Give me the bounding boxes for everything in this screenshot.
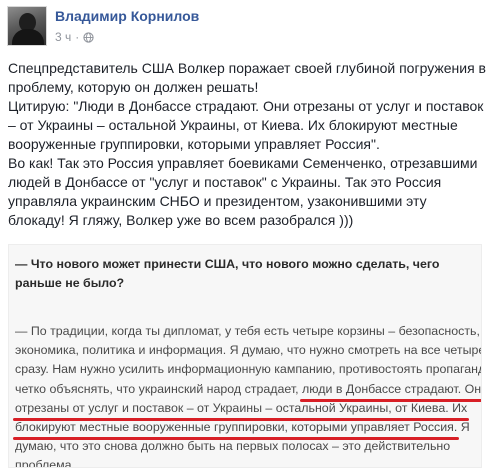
answer-line: — По традиции, когда ты дипломат, у тебя…: [15, 322, 480, 341]
avatar[interactable]: [7, 6, 47, 46]
post-paragraph: Цитирую: "Люди в Донбассе страдают. Они …: [8, 98, 484, 152]
answer-line: четко объяснять, что украинский народ ст…: [15, 380, 481, 403]
answer-line-content: блокируют местные вооруженные группировк…: [12, 418, 470, 441]
interview-question: — Что нового может принести США, что нов…: [15, 257, 440, 290]
answer-text: проблема.: [15, 458, 76, 468]
answer-line-content: экономика, политика и информация. Я дума…: [15, 343, 482, 358]
post-timestamp[interactable]: 3 ч: [55, 30, 71, 44]
answer-line-content: думаю, что это снова должно быть на перв…: [15, 439, 450, 453]
answer-line-content: — По традиции, когда ты дипломат, у тебя…: [15, 324, 480, 338]
author-name-link[interactable]: Владимир Корнилов: [55, 8, 199, 24]
answer-line: экономика, политика и информация. Я дума…: [15, 341, 482, 360]
quote-image[interactable]: — Что нового может принести США, что нов…: [8, 244, 482, 468]
globe-icon[interactable]: [83, 31, 94, 43]
post-text: Спецпредставитель США Волкер поражает св…: [8, 59, 486, 230]
post-paragraph: Спецпредставитель США Волкер поражает св…: [8, 60, 486, 95]
post-meta: 3 ч ·: [55, 30, 94, 44]
answer-line: отрезаны от услуг и поставок – от Украин…: [12, 399, 479, 422]
answer-text: экономика, политика и информация. Я дума…: [15, 343, 482, 358]
answer-line-content: проблема.: [15, 458, 76, 468]
answer-text: — По традиции, когда ты дипломат, у тебя…: [15, 324, 480, 338]
answer-line: сразу. Нам нужно усилить информационную …: [15, 360, 482, 379]
answer-line: проблема.: [15, 456, 479, 468]
answer-line: думаю, что это снова должно быть на перв…: [15, 437, 479, 456]
answer-line-content: отрезаны от услуг и поставок – от Украин…: [12, 399, 470, 422]
post-paragraph: Во как! Так это Россия управляет боевика…: [8, 155, 478, 228]
answer-text: Я: [457, 420, 470, 435]
post-header: Владимир Корнилов 3 ч ·: [7, 6, 487, 50]
answer-text: четко объяснять, что украинский народ ст…: [15, 381, 303, 396]
answer-line-content: четко объяснять, что украинский народ ст…: [15, 380, 481, 403]
avatar-shoulders-shape: [12, 29, 44, 45]
meta-separator: ·: [75, 30, 80, 44]
interview-answer: — По традиции, когда ты дипломат, у тебя…: [12, 322, 482, 468]
answer-line-content: сразу. Нам нужно усилить информационную …: [15, 362, 482, 377]
answer-text: сразу. Нам нужно усилить информационную …: [15, 362, 482, 377]
answer-text: думаю, что это снова должно быть на перв…: [15, 439, 451, 454]
highlighted-text: люди в Донбассе страдают. Они: [300, 380, 481, 403]
highlighted-text: блокируют местные вооруженные группировк…: [12, 418, 460, 441]
highlighted-text: отрезаны от услуг и поставок – от Украин…: [12, 399, 470, 422]
answer-line: блокируют местные вооруженные группировк…: [12, 418, 479, 441]
